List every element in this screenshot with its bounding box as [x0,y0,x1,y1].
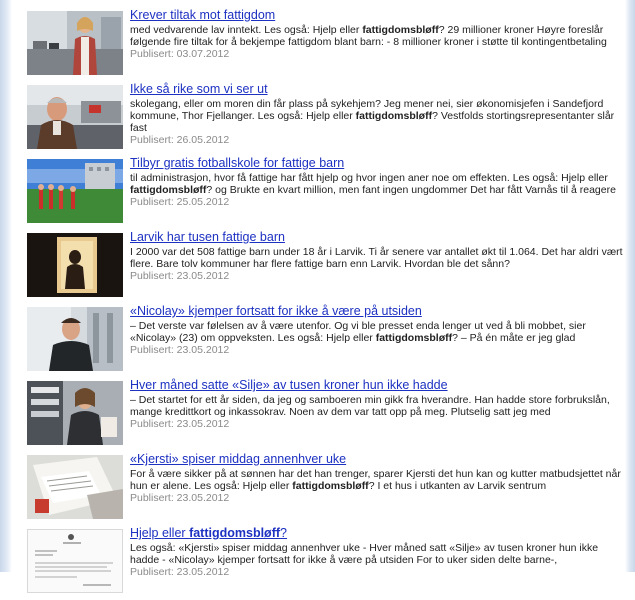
search-result: Tilbyr gratis fotballskole for fattige b… [27,156,627,227]
result-thumbnail[interactable] [27,307,123,371]
result-thumbnail[interactable] [27,233,123,297]
papers-on-table-photo-icon [27,455,123,519]
result-thumbnail[interactable] [27,381,123,445]
search-result: Larvik har tusen fattige barn I 2000 var… [27,230,627,301]
result-title-link[interactable]: Ikke så rike som vi ser ut [130,82,627,97]
search-result: «Nicolay» kjemper fortsatt for ikke å væ… [27,304,627,375]
publish-date: Publisert: 25.05.2012 [130,196,230,208]
result-thumbnail[interactable] [27,455,123,519]
publish-date: Publisert: 23.05.2012 [130,270,230,282]
result-thumbnail[interactable] [27,529,123,593]
result-snippet: – Det startet for ett år siden, da jeg o… [130,394,610,418]
result-thumbnail[interactable] [27,11,123,75]
publish-date: Publisert: 23.05.2012 [130,566,230,578]
result-title-link[interactable]: Krever tiltak mot fattigdom [130,8,627,23]
result-snippet: – Det verste var følelsen av å være uten… [130,320,586,344]
result-thumbnail[interactable] [27,85,123,149]
result-snippet: til administrasjon, hvor få fattige har … [130,172,616,196]
search-result: «Kjersti» spiser middag annenhver uke Fo… [27,452,627,523]
result-title-link[interactable]: Larvik har tusen fattige barn [130,230,627,245]
result-snippet: Les også: «Kjersti» spiser middag annenh… [130,542,599,566]
publish-date: Publisert: 23.05.2012 [130,492,230,504]
publish-date: Publisert: 26.05.2012 [130,134,230,146]
search-result: Krever tiltak mot fattigdom med vedvaren… [27,8,627,79]
search-result: Hjelp eller fattigdomsbløff? Les også: «… [27,526,627,597]
search-result: Hver måned satte «Silje» av tusen kroner… [27,378,627,449]
result-title-link[interactable]: «Kjersti» spiser middag annenhver uke [130,452,627,467]
result-title-link[interactable]: Hver måned satte «Silje» av tusen kroner… [130,378,627,393]
publish-date: Publisert: 23.05.2012 [130,418,230,430]
highlighted-term: fattigdomsbløff [355,110,433,122]
man-street-photo-icon [27,85,123,149]
left-window-edge [0,0,12,572]
highlighted-term: fattigdomsbløff [375,332,453,344]
highlighted-term: fattigdomsbløff [292,480,369,492]
search-result: Ikke så rike som vi ser ut skolegang, el… [27,82,627,153]
highlighted-term: fattigdomsbløff [130,184,207,196]
result-title-link[interactable]: Hjelp eller fattigdomsbløff? [130,526,627,541]
result-snippet: I 2000 var det 508 fattige barn under 18… [130,246,623,270]
woman-street-photo-icon [27,11,123,75]
result-snippet: med vedvarende lav inntekt. Les også: Hj… [130,24,607,48]
child-silhouette-photo-icon [27,233,123,297]
publish-date: Publisert: 03.07.2012 [130,48,230,60]
highlighted-term: fattigdomsbløff [189,526,281,540]
highlighted-term: fattigdomsbløff [362,24,439,36]
young-man-photo-icon [27,307,123,371]
result-snippet: For å være sikker på at sønnen har det h… [130,468,621,492]
result-title-link[interactable]: «Nicolay» kjemper fortsatt for ikke å væ… [130,304,627,319]
result-snippet: skolegang, eller om moren din får plass … [130,98,615,134]
document-scan-photo-icon [27,529,123,593]
woman-shopping-photo-icon [27,381,123,445]
result-thumbnail[interactable] [27,159,123,223]
publish-date: Publisert: 23.05.2012 [130,344,230,356]
search-results-list: Krever tiltak mot fattigdom med vedvaren… [27,8,627,600]
result-title-link[interactable]: Tilbyr gratis fotballskole for fattige b… [130,156,627,171]
football-field-photo-icon [27,159,123,223]
